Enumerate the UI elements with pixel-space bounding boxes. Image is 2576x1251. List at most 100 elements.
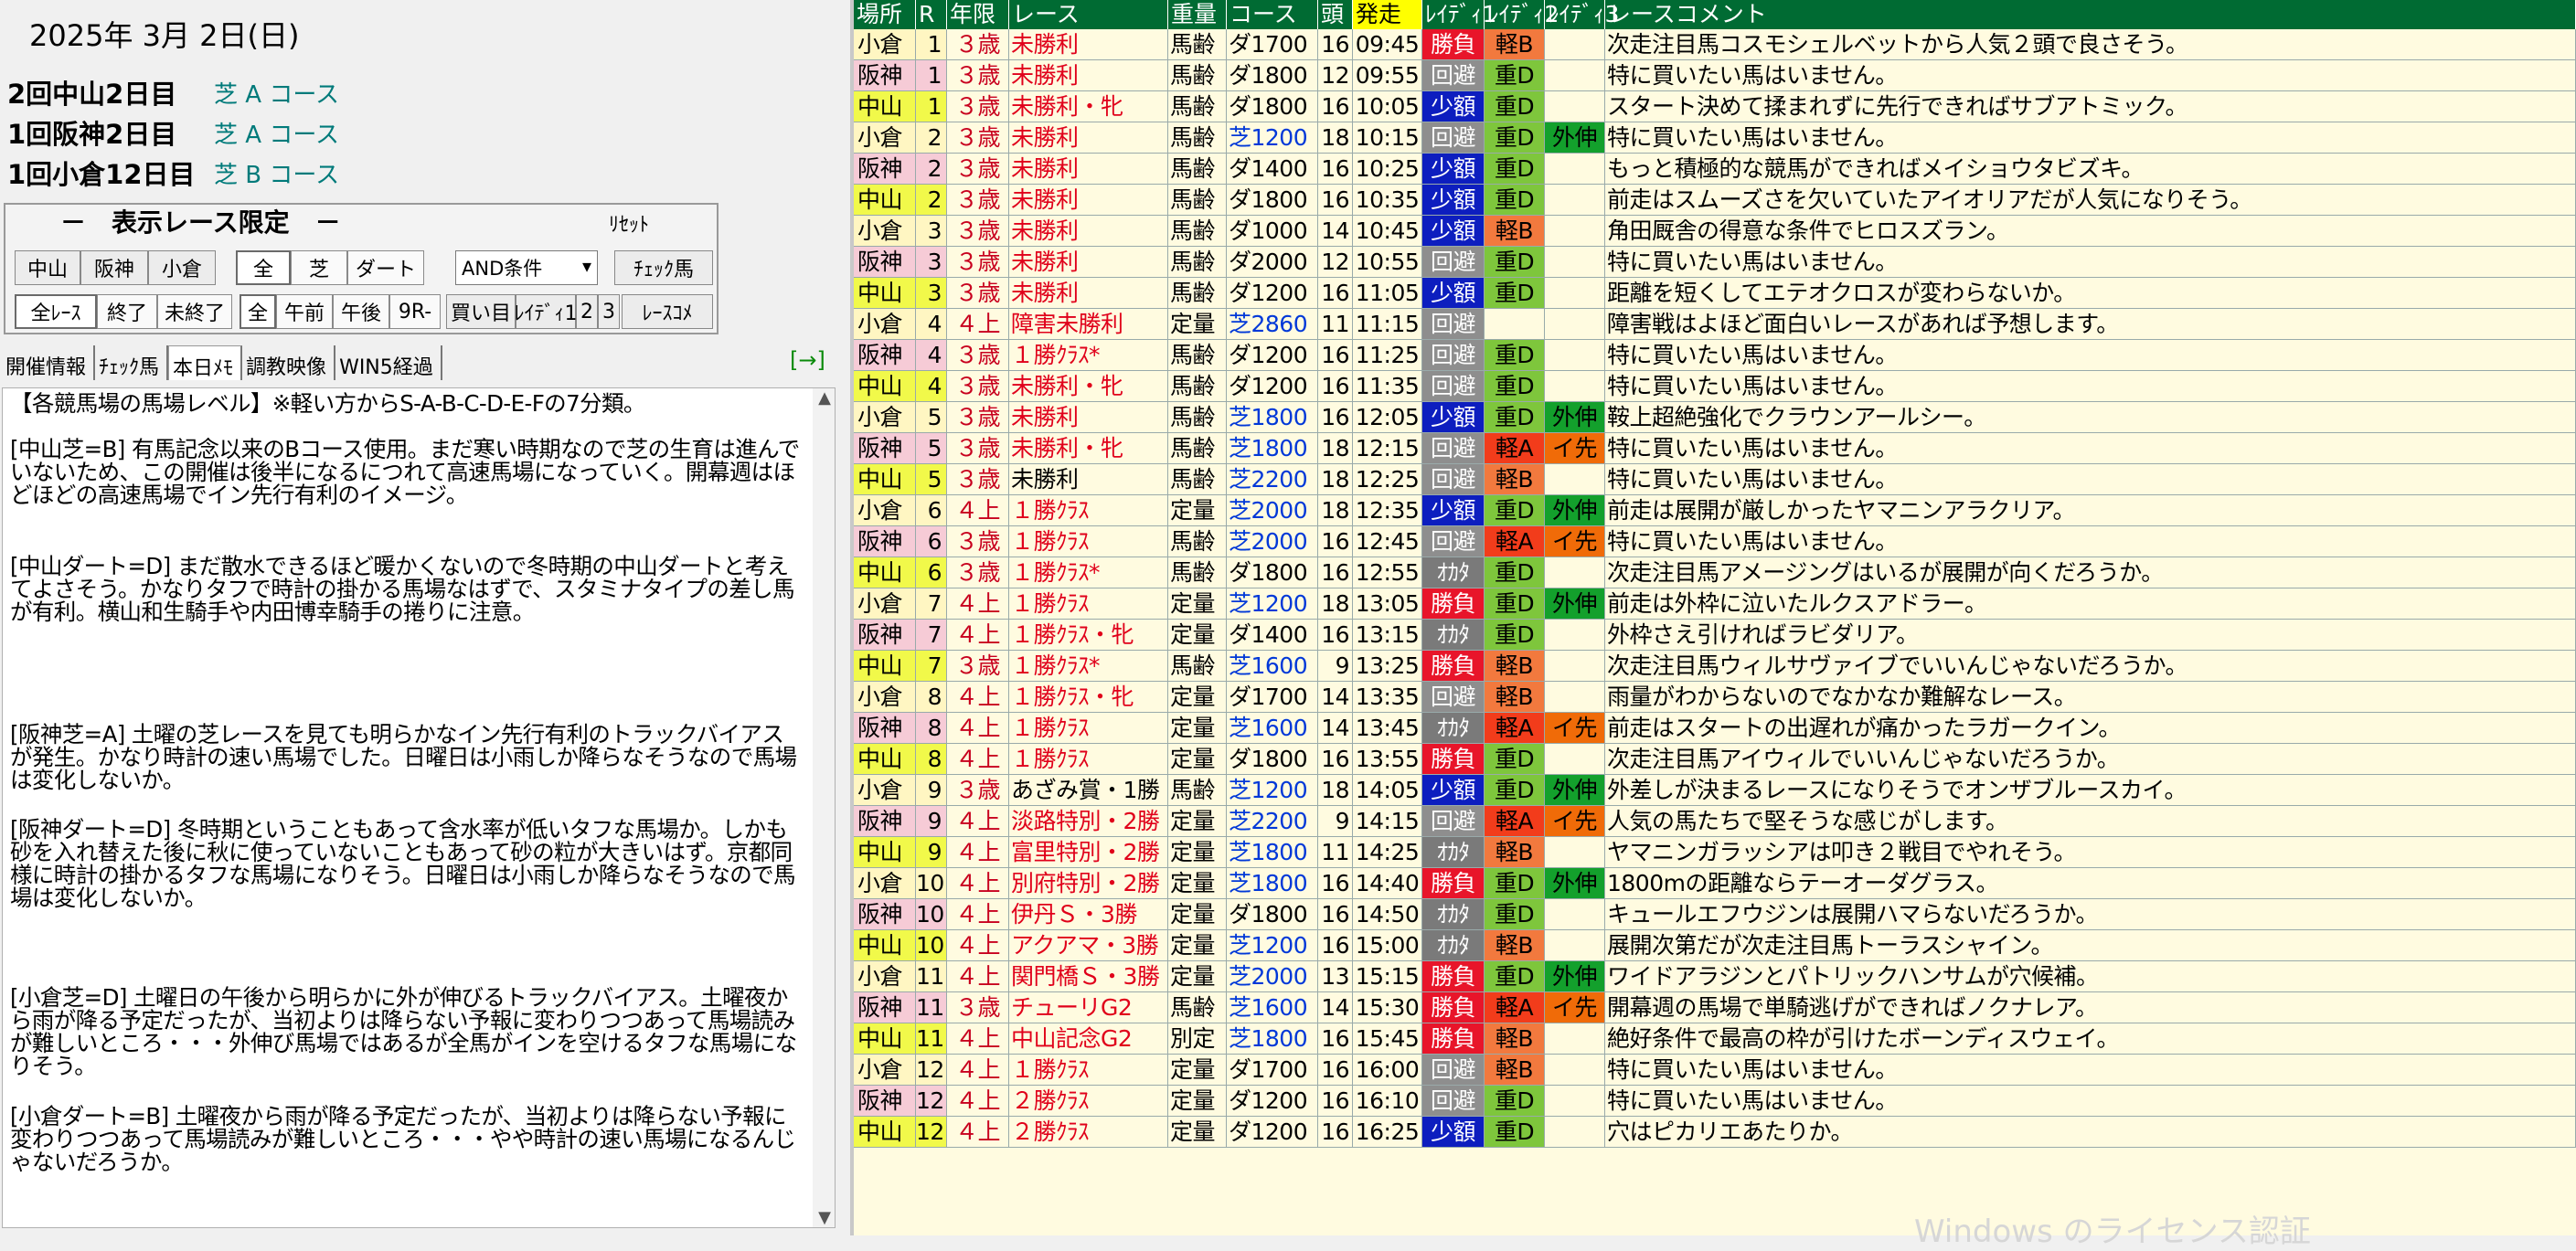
table-row[interactable]: 中山 1 ３歳 未勝利・牝 馬齢 ダ1800 16 10:05 少額 重D スタート決めて揉まれずに… [854, 91, 2576, 122]
tab-training-video[interactable]: 調教映像 [242, 345, 336, 380]
time-button-all[interactable]: 全 [240, 294, 276, 329]
cell-lady2: 重D [1485, 340, 1545, 371]
table-row[interactable]: 阪神 1 ３歳 未勝利 馬齢 ダ1800 12 09:55 回避 重D 特に買いたい馬はいません。 [854, 60, 2576, 91]
surface-button-dirt[interactable]: ダート [347, 250, 424, 285]
cell-head-count: 16 [1318, 91, 1353, 122]
memo-textarea[interactable]: 【各競馬場の馬場レベル】※軽い方からS-A-B-C-D-E-Fの7分類。 [中山… [2, 387, 836, 1228]
table-row[interactable]: 中山 7 ３歳 １勝ｸﾗｽ* 馬齢 芝1600 9 13:25 勝負 軽B 次走注目馬ウィルサヴァイ… [854, 651, 2576, 682]
table-row[interactable]: 小倉 3 ３歳 未勝利 馬齢 ダ1000 14 10:45 少額 軽B 角田厩舎の得意な条件でヒロス… [854, 216, 2576, 247]
table-row[interactable]: 小倉 7 ４上 １勝ｸﾗｽ 定量 芝1200 18 13:05 勝負 重D 外伸 前走は外枠に泣いたル… [854, 588, 2576, 620]
cell-lady1: 回避 [1422, 122, 1485, 154]
scroll-up-icon[interactable]: ▲ [818, 388, 831, 408]
table-row[interactable]: 阪神 12 ４上 ２勝ｸﾗｽ 定量 ダ1200 16 16:10 回避 重D 特に買いたい馬はいませ… [854, 1086, 2576, 1117]
table-row[interactable]: 小倉 4 ４上 障害未勝利 定量 芝2860 11 11:15 回避 障害戦はよほど面白いレースが… [854, 309, 2576, 340]
cell-lady3 [1545, 340, 1605, 371]
memo-scrollbar[interactable]: ▲ ▼ [813, 388, 835, 1227]
cell-lady1: 回避 [1422, 247, 1485, 278]
surface-button-turf[interactable]: 芝 [291, 250, 347, 285]
hdr-lady3[interactable]: ﾚｲﾃﾞｨ3 [1545, 0, 1619, 29]
table-row[interactable]: 阪神 10 ４上 伊丹Ｓ・3勝 定量 ダ1800 16 14:50 ｵｶﾀ 重D キュールエフウジン… [854, 899, 2576, 930]
table-row[interactable]: 阪神 9 ４上 淡路特別・2勝 定量 芝2200 9 14:15 回避 軽A イ先 人気の馬たちで堅そ… [854, 806, 2576, 837]
table-row[interactable]: 中山 3 ３歳 未勝利 馬齢 ダ1200 16 11:05 少額 重D 距離を短くしてエテオクロスが… [854, 278, 2576, 309]
cell-race-name: １勝ｸﾗｽ* [1009, 340, 1168, 371]
table-row[interactable]: 阪神 7 ４上 １勝ｸﾗｽ・牝 定量 ダ1400 16 13:15 ｵｶﾀ 重D 外枠さえ引ければラ… [854, 620, 2576, 651]
table-row[interactable]: 中山 5 ３歳 未勝利 馬齢 芝2200 18 12:25 回避 軽B 特に買いたい馬はいません。 [854, 464, 2576, 495]
cell-lady3 [1545, 837, 1605, 868]
scroll-down-icon[interactable]: ▼ [818, 1208, 831, 1227]
tab-check-horse[interactable]: ﾁｪｯｸ馬 [95, 345, 169, 380]
table-row[interactable]: 小倉 5 ３歳 未勝利 馬齢 芝1800 16 12:05 少額 重D 外伸 鞍上超絶強化でクラウンア… [854, 402, 2576, 433]
cell-race-number: 10 [916, 930, 947, 961]
venue-button-hanshin[interactable]: 阪神 [80, 250, 148, 285]
table-row[interactable]: 阪神 5 ３歳 未勝利・牝 馬齢 芝1800 18 12:15 回避 軽A イ先 特に買いたい馬はいま… [854, 433, 2576, 464]
cell-age: ４上 [947, 744, 1009, 775]
race-comment-button[interactable]: ﾚｰｽｺﾒ [622, 294, 713, 329]
condition-select[interactable]: AND条件 ▾ [455, 250, 598, 285]
cell-comment: 特に買いたい馬はいません。 [1605, 1055, 2576, 1086]
status-button-finished[interactable]: 終了 [97, 294, 157, 329]
table-row[interactable]: 中山 6 ３歳 １勝ｸﾗｽ* 馬齢 ダ1800 16 12:55 ｵｶﾀ 重D 次走注目馬アメージン… [854, 557, 2576, 588]
bet-button[interactable]: 買い目 [446, 294, 516, 329]
time-button-morning[interactable]: 午前 [276, 294, 333, 329]
table-row[interactable]: 小倉 9 ３歳 あざみ賞・1勝 馬齢 芝1200 18 14:05 少額 重D 外伸 外差しが決まるレ… [854, 775, 2576, 806]
table-row[interactable]: 中山 11 ４上 中山記念G2 別定 芝1800 16 15:45 勝負 軽B 絶好条件で最高の枠が… [854, 1023, 2576, 1055]
hdr-weight[interactable]: 重量 [1168, 0, 1227, 29]
tab-meeting-info[interactable]: 開催情報 [2, 345, 96, 380]
lady1-button[interactable]: ﾚｲﾃﾞｨ1 [515, 294, 578, 329]
surface-button-all[interactable]: 全 [236, 250, 291, 285]
hdr-comment[interactable]: レースコメント [1605, 0, 2576, 29]
table-row[interactable]: 小倉 2 ３歳 未勝利 馬齢 芝1200 18 10:15 回避 重D 外伸 特に買いたい馬はいません… [854, 122, 2576, 154]
time-button-afternoon[interactable]: 午後 [333, 294, 389, 329]
table-row[interactable]: 小倉 6 ４上 １勝ｸﾗｽ 定量 芝2000 18 12:35 少額 重D 外伸 前走は展開が厳しかっ… [854, 495, 2576, 526]
table-row[interactable]: 小倉 1 ３歳 未勝利 馬齢 ダ1700 16 09:45 勝負 軽B 次走注目馬コスモシェルベット… [854, 29, 2576, 60]
venue-button-kokura[interactable]: 小倉 [148, 250, 216, 285]
lady3-button[interactable]: 3 [598, 294, 620, 329]
table-row[interactable]: 小倉 8 ４上 １勝ｸﾗｽ・牝 定量 ダ1700 14 13:35 回避 軽B 雨量がわからないので… [854, 682, 2576, 713]
check-horse-button[interactable]: ﾁｪｯｸ馬 [614, 250, 713, 285]
table-row[interactable]: 阪神 6 ３歳 １勝ｸﾗｽ 馬齢 芝2000 16 12:45 回避 軽A イ先 特に買いたい馬はいま… [854, 526, 2576, 557]
lady2-button[interactable]: 2 [576, 294, 598, 329]
hdr-start[interactable]: 発走 [1353, 0, 1422, 29]
time-button-9r[interactable]: 9R- [389, 294, 441, 329]
cell-race-number: 3 [916, 278, 947, 309]
venue-button-nakayama[interactable]: 中山 [15, 250, 80, 285]
table-row[interactable]: 中山 12 ４上 ２勝ｸﾗｽ 定量 ダ1200 16 16:25 少額 重D 穴はピカリエあたりか。 [854, 1117, 2576, 1148]
hdr-venue[interactable]: 場所 [854, 0, 916, 29]
tab-win5[interactable]: WIN5経過 [335, 345, 442, 380]
table-row[interactable]: 阪神 2 ３歳 未勝利 馬齢 ダ1400 16 10:25 少額 重D もっと積極的な競馬ができれば… [854, 154, 2576, 185]
cell-race-name: 未勝利 [1009, 185, 1168, 216]
status-button-all[interactable]: 全ﾚｰｽ [15, 294, 97, 329]
hdr-lady2[interactable]: ﾚｲﾃﾞｨ2 [1485, 0, 1559, 29]
hdr-lady1[interactable]: ﾚｲﾃﾞｨ1 [1422, 0, 1496, 29]
reset-button[interactable]: ﾘｾｯﾄ [609, 208, 649, 238]
hdr-age[interactable]: 年限 [947, 0, 1009, 29]
table-row[interactable]: 小倉 10 ４上 別府特別・2勝 定量 芝1800 16 14:40 勝負 重D 外伸 1800mの距… [854, 868, 2576, 899]
table-row[interactable]: 小倉 11 ４上 関門橋Ｓ・3勝 定量 芝2000 13 15:15 勝負 重D 外伸 ワイドアラジン… [854, 961, 2576, 992]
hdr-course[interactable]: コース [1227, 0, 1318, 29]
table-row[interactable]: 中山 9 ４上 富里特別・2勝 定量 芝1800 11 14:25 ｵｶﾀ 軽B ヤマニンガラッシア… [854, 837, 2576, 868]
cell-comment: 次走注目馬ウィルサヴァイブでいいんじゃないだろうか。 [1605, 651, 2576, 682]
table-row[interactable]: 阪神 11 ３歳 チューリG2 馬齢 芝1600 14 15:30 勝負 軽A イ先 開幕週の馬場で単… [854, 992, 2576, 1023]
cell-start-time: 16:00 [1353, 1055, 1422, 1086]
table-row[interactable]: 中山 2 ３歳 未勝利 馬齢 ダ1800 16 10:35 少額 重D 前走はスムーズさを欠いていた… [854, 185, 2576, 216]
table-row[interactable]: 阪神 4 ３歳 １勝ｸﾗｽ* 馬齢 ダ1200 16 11:25 回避 重D 特に買いたい馬はいませ… [854, 340, 2576, 371]
cell-weight: 定量 [1168, 1117, 1227, 1148]
table-row[interactable]: 阪神 8 ４上 １勝ｸﾗｽ 定量 芝1600 14 13:45 ｵｶﾀ 軽A イ先 前走はスタートの出… [854, 713, 2576, 744]
tab-today-memo[interactable]: 本日ﾒﾓ [168, 345, 243, 380]
table-row[interactable]: 中山 4 ３歳 未勝利・牝 馬齢 ダ1200 16 11:35 回避 重D 特に買いたい馬はいません… [854, 371, 2576, 402]
hdr-heads[interactable]: 頭 [1318, 0, 1353, 29]
cell-age: ３歳 [947, 992, 1009, 1023]
hdr-race[interactable]: レース [1009, 0, 1168, 29]
cell-lady2: 軽A [1485, 992, 1545, 1023]
status-button-unfinished[interactable]: 未終了 [157, 294, 232, 329]
collapse-toggle[interactable]: [→] [790, 347, 825, 373]
hdr-r[interactable]: R [916, 0, 947, 29]
cell-course: 芝1800 [1227, 837, 1318, 868]
cell-weight: 馬齢 [1168, 29, 1227, 60]
table-row[interactable]: 中山 10 ４上 アクアマ・3勝 定量 芝1200 16 15:00 ｵｶﾀ 軽B 展開次第だが次走… [854, 930, 2576, 961]
cell-lady3: 外伸 [1545, 402, 1605, 433]
table-row[interactable]: 阪神 3 ３歳 未勝利 馬齢 ダ2000 12 10:55 回避 重D 特に買いたい馬はいません。 [854, 247, 2576, 278]
cell-race-name: 中山記念G2 [1009, 1023, 1168, 1055]
table-row[interactable]: 中山 8 ４上 １勝ｸﾗｽ 定量 ダ1800 16 13:55 勝負 重D 次走注目馬アイウィルでい… [854, 744, 2576, 775]
table-row[interactable]: 小倉 12 ４上 １勝ｸﾗｽ 定量 ダ1700 16 16:00 回避 軽B 特に買いたい馬はいませ… [854, 1055, 2576, 1086]
